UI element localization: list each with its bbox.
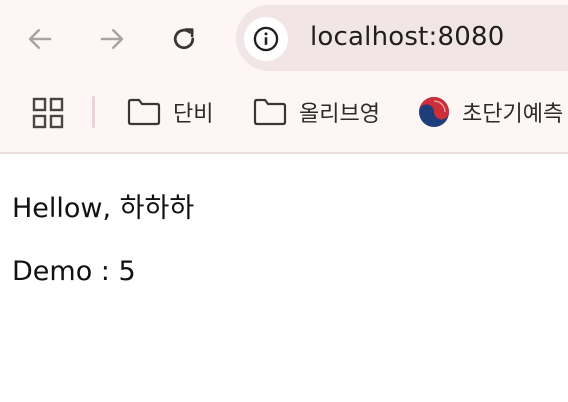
reload-icon bbox=[173, 28, 195, 50]
page-content: Hellow, 하하하 Demo : 5 bbox=[0, 154, 568, 402]
bookmark-label: 초단기예측 bbox=[462, 102, 564, 127]
site-info-button[interactable] bbox=[244, 17, 288, 61]
info-icon bbox=[253, 26, 279, 52]
reload-button[interactable] bbox=[167, 22, 201, 56]
url-text[interactable]: localhost:8080 bbox=[310, 20, 504, 54]
apps-grid-icon bbox=[32, 97, 64, 129]
arrow-right-icon bbox=[100, 29, 124, 49]
bookmark-danbi[interactable]: 단비 bbox=[127, 92, 213, 132]
korea-emblem-icon bbox=[419, 97, 449, 127]
apps-button[interactable] bbox=[30, 95, 66, 131]
back-button[interactable] bbox=[23, 22, 57, 56]
bookmarks-bar: 단비 올리브영 초단기예측 bbox=[0, 76, 568, 154]
bookmarks-divider bbox=[92, 96, 95, 128]
arrow-left-icon bbox=[28, 29, 52, 49]
folder-icon bbox=[127, 98, 161, 126]
browser-window: localhost:8080 단비 올리브영 초단기예측 Hellow, 하하하… bbox=[0, 0, 568, 402]
browser-toolbar: localhost:8080 bbox=[0, 0, 568, 76]
forward-button[interactable] bbox=[95, 22, 129, 56]
address-bar[interactable]: localhost:8080 bbox=[236, 5, 568, 71]
bookmark-forecast[interactable]: 초단기예측 bbox=[418, 92, 563, 132]
bookmark-label: 단비 bbox=[173, 102, 214, 127]
bookmark-label: 올리브영 bbox=[299, 102, 380, 127]
greeting-text: Hellow, 하하하 bbox=[12, 193, 195, 224]
demo-text: Demo : 5 bbox=[12, 256, 136, 287]
folder-icon bbox=[253, 98, 287, 126]
bookmark-oliveyoung[interactable]: 올리브영 bbox=[253, 92, 380, 132]
